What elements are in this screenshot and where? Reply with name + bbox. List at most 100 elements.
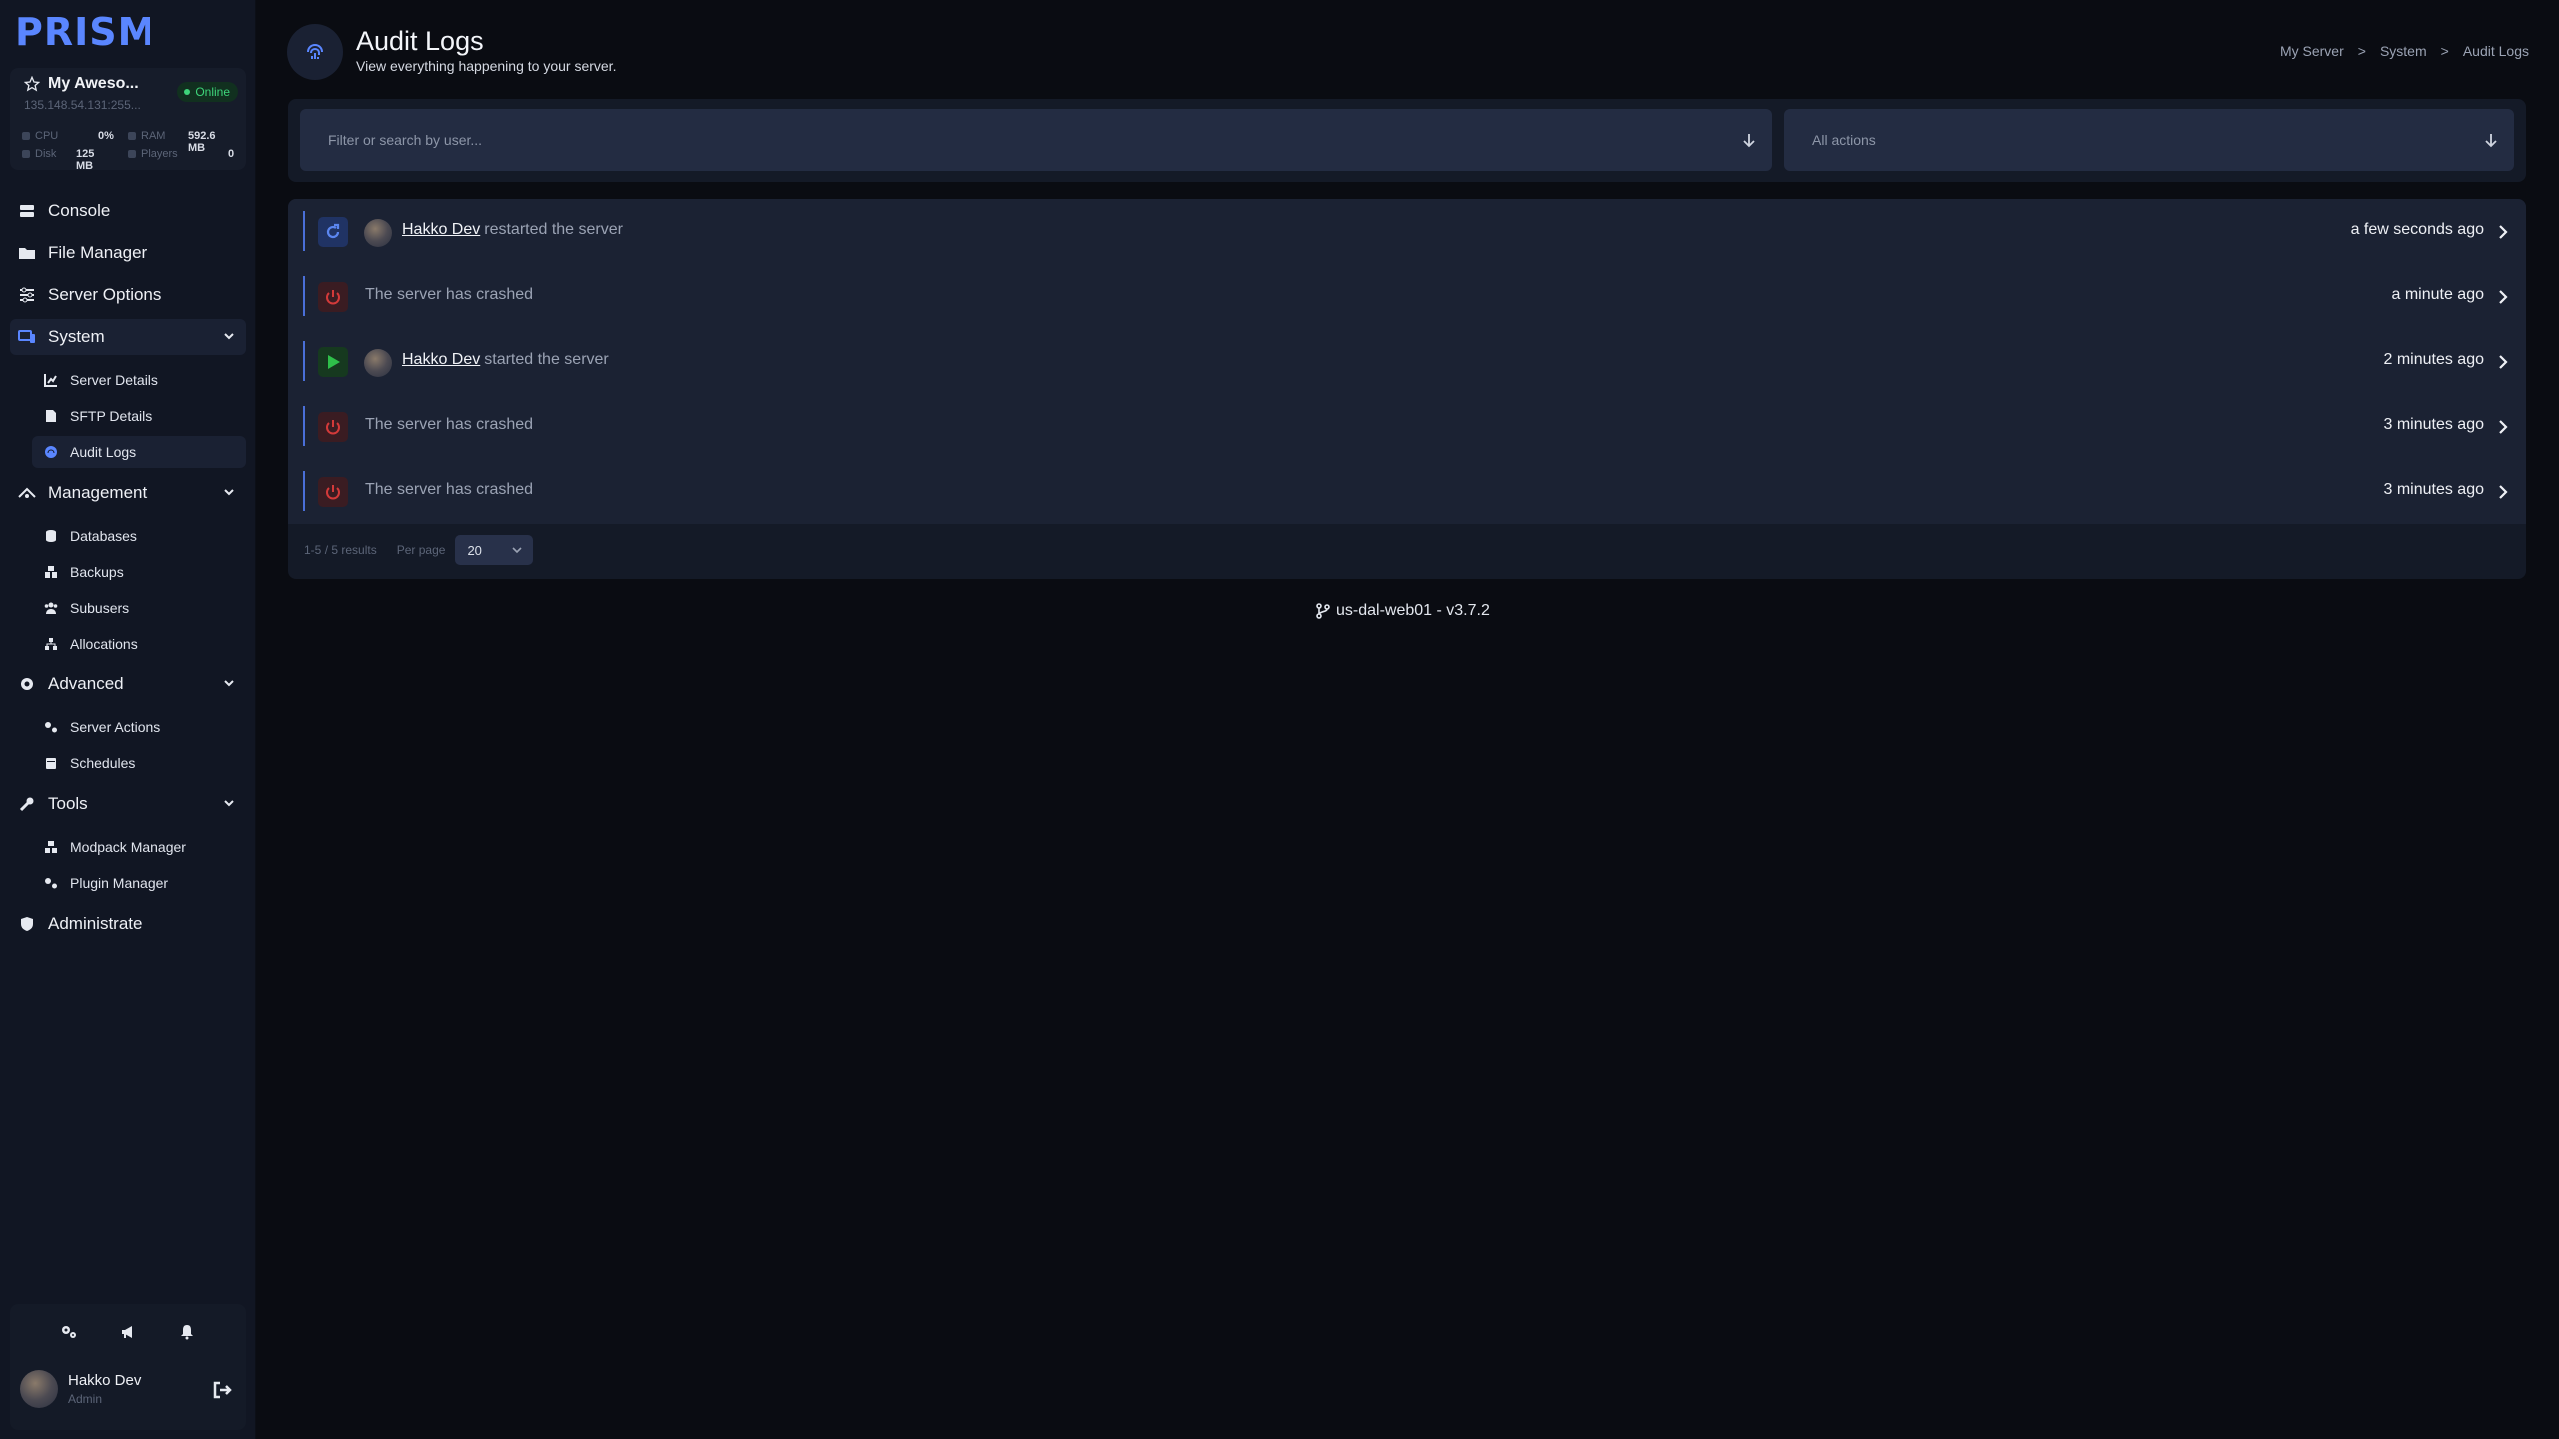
audit-log-list: Hakko Dev restarted the server a few seco… (288, 199, 2526, 579)
nav-server-options[interactable]: Server Options (10, 277, 246, 313)
status-badge: Online (177, 82, 238, 102)
calendar-icon (44, 756, 58, 770)
players-icon (128, 150, 136, 158)
bell-icon[interactable] (177, 1322, 197, 1342)
server-ip: 135.148.54.131:255... (24, 98, 141, 112)
ram-icon (128, 132, 136, 140)
nav-server-details[interactable]: Server Details (32, 364, 246, 396)
nav-tools[interactable]: Tools (10, 786, 246, 822)
prism-logo[interactable]: PRISM (15, 14, 150, 50)
nav-management[interactable]: Management (10, 475, 246, 511)
chevron-down-icon (512, 547, 523, 554)
avatar[interactable] (364, 219, 392, 247)
log-message: The server has crashed (365, 481, 534, 498)
row-accent-bar (303, 406, 305, 446)
log-time: 3 minutes ago (2383, 416, 2484, 433)
pagination-summary: 1-5 / 5 results (304, 543, 377, 557)
nav-modpack-manager[interactable]: Modpack Manager (32, 831, 246, 863)
log-row[interactable]: The server has crashed 3 minutes ago (288, 459, 2526, 524)
breadcrumb-audit-logs: Audit Logs (2462, 43, 2529, 59)
cogs-icon[interactable] (59, 1322, 79, 1342)
chevron-right-icon[interactable] (2494, 418, 2512, 436)
boxes-icon (44, 565, 58, 579)
log-row[interactable]: Hakko Dev restarted the server a few seco… (288, 199, 2526, 264)
chevron-down-icon[interactable] (222, 485, 236, 499)
per-page: Per page 20 (397, 535, 534, 565)
chart-icon (44, 373, 58, 387)
svg-text:PRISM: PRISM (15, 14, 150, 50)
nav-server-actions[interactable]: Server Actions (32, 711, 246, 743)
network-icon (44, 637, 58, 651)
page-title: Audit Logs (356, 26, 484, 56)
megaphone-icon[interactable] (118, 1322, 138, 1342)
arrow-down-icon (2485, 134, 2497, 148)
star-icon[interactable] (24, 76, 40, 92)
breadcrumb-system[interactable]: System (2380, 43, 2427, 59)
breadcrumb-separator: > (2357, 43, 2366, 59)
log-time: a few seconds ago (2350, 221, 2484, 238)
ram-stat: RAM (128, 130, 165, 142)
players-value: 0 (228, 148, 235, 160)
disk-value: 125 MB (76, 148, 95, 172)
nav-audit-logs[interactable]: Audit Logs (32, 436, 246, 468)
log-message: The server has crashed (365, 286, 534, 303)
breadcrumb-my-server[interactable]: My Server (2280, 43, 2344, 59)
shield-icon (18, 915, 36, 933)
avatar[interactable] (20, 1370, 58, 1408)
nav-schedules[interactable]: Schedules (32, 747, 246, 779)
management-icon (18, 484, 36, 502)
disk-icon (22, 150, 30, 158)
nav-sftp-details[interactable]: SFTP Details (32, 400, 246, 432)
nav-subusers[interactable]: Subusers (32, 592, 246, 624)
nav-plugin-manager[interactable]: Plugin Manager (32, 867, 246, 899)
row-accent-bar (303, 276, 305, 316)
console-icon (18, 202, 36, 220)
plugin-gears-icon (44, 876, 58, 890)
log-user-link[interactable]: Hakko Dev (402, 351, 480, 368)
log-message: The server has crashed (365, 416, 534, 433)
pagination: 1-5 / 5 results Per page 20 (304, 535, 534, 565)
log-row[interactable]: The server has crashed a minute ago (288, 264, 2526, 329)
user-role: Admin (68, 1392, 103, 1406)
log-user-link[interactable]: Hakko Dev (402, 221, 480, 238)
nav-system[interactable]: System (10, 319, 246, 355)
chevron-right-icon[interactable] (2494, 288, 2512, 306)
nav-administrate[interactable]: Administrate (10, 906, 246, 942)
fingerprint-icon (44, 445, 58, 459)
chevron-right-icon[interactable] (2494, 223, 2512, 241)
actions-select[interactable]: All actions (1784, 109, 2514, 171)
chevron-down-icon[interactable] (222, 329, 236, 343)
sidebar: PRISM My Aweso... 135.148.54.131:255... … (0, 0, 256, 1439)
disk-stat: Disk (22, 148, 56, 160)
row-accent-bar (303, 211, 305, 251)
database-icon (44, 529, 58, 543)
per-page-select[interactable]: 20 (455, 535, 534, 565)
logout-icon[interactable] (212, 1380, 232, 1400)
nav-backups[interactable]: Backups (32, 556, 246, 588)
chevron-down-icon[interactable] (222, 676, 236, 690)
nav-console[interactable]: Console (10, 193, 246, 229)
nav-allocations[interactable]: Allocations (32, 628, 246, 660)
search-input[interactable]: Filter or search by user... (300, 109, 1772, 171)
nav-databases[interactable]: Databases (32, 520, 246, 552)
avatar[interactable] (364, 349, 392, 377)
log-row[interactable]: The server has crashed 3 minutes ago (288, 394, 2526, 459)
chevron-right-icon[interactable] (2494, 483, 2512, 501)
cpu-stat: CPU (22, 130, 58, 142)
user-name: Hakko Dev (68, 1372, 142, 1389)
row-accent-bar (303, 471, 305, 511)
breadcrumb: My Server > System > Audit Logs (2280, 43, 2529, 59)
nav-file-manager[interactable]: File Manager (10, 235, 246, 271)
restart-icon (318, 217, 348, 247)
chevron-right-icon[interactable] (2494, 353, 2512, 371)
log-row[interactable]: Hakko Dev started the server 2 minutes ag… (288, 329, 2526, 394)
chevron-down-icon[interactable] (222, 796, 236, 810)
users-icon (44, 601, 58, 615)
row-accent-bar (303, 341, 305, 381)
arrow-down-icon (1743, 134, 1755, 148)
server-card[interactable]: My Aweso... 135.148.54.131:255... Online… (10, 68, 246, 172)
log-time: a minute ago (2391, 286, 2484, 303)
user-panel: Hakko Dev Admin (10, 1304, 246, 1430)
breadcrumb-separator: > (2440, 43, 2449, 59)
nav-advanced[interactable]: Advanced (10, 666, 246, 702)
